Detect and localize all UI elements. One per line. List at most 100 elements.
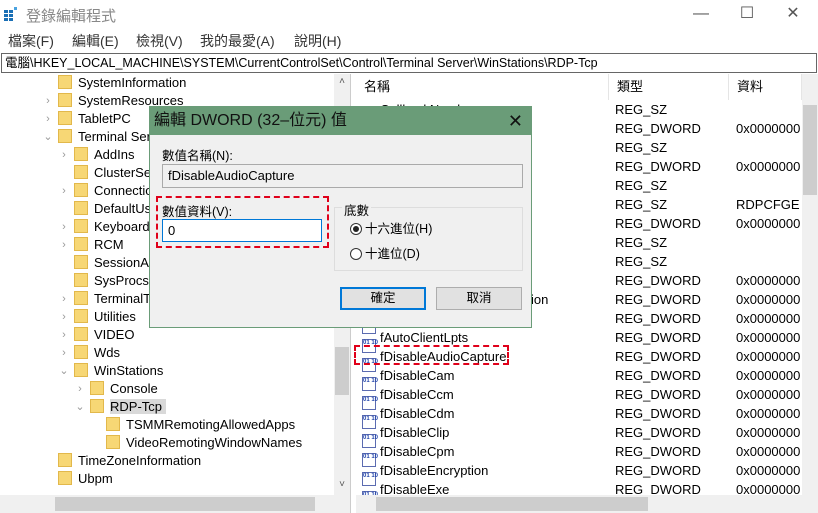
list-hscroll-thumb[interactable] <box>376 497 648 511</box>
folder-icon <box>74 201 88 215</box>
tree-item[interactable]: SysProcs <box>74 272 149 290</box>
value-data: 0x00000000 <box>736 159 800 174</box>
cancel-button[interactable]: 取消 <box>436 287 522 310</box>
tree-item[interactable]: SystemInformation <box>58 74 186 92</box>
folder-icon <box>74 165 88 179</box>
tree-item-label: AddIns <box>94 147 135 162</box>
folder-icon <box>74 309 88 323</box>
ok-button[interactable]: 確定 <box>340 287 426 310</box>
tree-item[interactable]: › Wds <box>62 344 120 362</box>
tree-item-label: Wds <box>94 345 120 360</box>
scroll-up-icon[interactable]: ˄ <box>334 76 350 87</box>
value-type: REG_DWORD <box>615 330 701 345</box>
value-data: 0x00000001 <box>736 330 800 345</box>
tree-item[interactable]: › AddIns <box>62 146 135 164</box>
tree-item-label: RDP-Tcp <box>110 399 167 414</box>
chevron-right-icon[interactable]: › <box>58 218 70 236</box>
binary-value-icon: 01 10 <box>362 396 378 410</box>
tree-item[interactable]: TimeZoneInformation <box>58 452 201 470</box>
value-type: REG_SZ <box>615 140 668 155</box>
value-data: 0x00000001 <box>736 311 800 326</box>
folder-icon <box>58 453 72 467</box>
window-title: 登錄編輯程式 <box>26 8 117 25</box>
tree-horizontal-scrollbar[interactable] <box>0 495 350 513</box>
tree-item-label: VIDEO <box>94 327 135 342</box>
tree-item-label: TabletPC <box>78 111 131 126</box>
folder-icon <box>58 129 72 143</box>
folder-icon <box>74 363 88 377</box>
folder-icon <box>58 93 72 107</box>
folder-icon <box>106 417 120 431</box>
tree-item-label: TSMMRemotingAllowedApps <box>126 417 296 432</box>
tree-item[interactable]: › TabletPC <box>46 110 131 128</box>
tree-item[interactable]: TSMMRemotingAllowedApps <box>106 416 295 434</box>
chevron-right-icon[interactable]: › <box>58 236 70 254</box>
value-type: REG_DWORD <box>615 349 701 364</box>
folder-icon <box>58 111 72 125</box>
value-type: REG_DWORD <box>615 463 701 478</box>
list-scroll-thumb[interactable] <box>803 105 817 195</box>
value-type: REG_SZ <box>615 178 668 193</box>
chevron-right-icon[interactable]: › <box>58 344 70 362</box>
folder-icon <box>74 237 88 251</box>
tree-scroll-thumb[interactable] <box>335 347 349 395</box>
chevron-right-icon[interactable]: › <box>58 290 70 308</box>
tree-item[interactable]: › Console <box>78 380 158 398</box>
chevron-right-icon[interactable]: › <box>42 110 54 128</box>
chevron-down-icon[interactable]: ⌄ <box>58 362 70 380</box>
menu-file[interactable]: 檔案(F) <box>8 31 54 51</box>
folder-icon <box>74 273 88 287</box>
value-data: 0x00000001 <box>736 292 800 307</box>
tree-item-label: VideoRemotingWindowNames <box>126 435 303 450</box>
minimize-button[interactable]: — <box>678 0 724 30</box>
value-type: REG_SZ <box>615 197 668 212</box>
menu-favorites[interactable]: 我的最愛(A) <box>200 31 275 51</box>
tree-item-label: SysProcs <box>94 273 149 288</box>
radio-decimal[interactable]: 十進位(D) <box>350 246 420 262</box>
chevron-right-icon[interactable]: › <box>42 92 54 110</box>
chevron-right-icon[interactable]: › <box>74 380 86 398</box>
chevron-right-icon[interactable]: › <box>58 308 70 326</box>
menu-edit[interactable]: 編輯(E) <box>72 31 119 51</box>
tree-item[interactable]: › RCM <box>62 236 124 254</box>
dialog-close-button[interactable]: ✕ <box>508 107 523 135</box>
tree-item-label: RCM <box>94 237 124 252</box>
list-vertical-scrollbar[interactable] <box>802 74 818 495</box>
tree-item[interactable]: ⌄ RDP-Tcp <box>75 398 167 416</box>
tree-item-label: Utilities <box>94 309 136 324</box>
tree-item[interactable]: Ubpm <box>58 470 113 488</box>
value-name-label: 數值名稱(N): <box>162 149 233 163</box>
value-data: 0x00000001 <box>736 273 800 288</box>
tree-item[interactable]: › Utilities <box>62 308 136 326</box>
chevron-right-icon[interactable]: › <box>58 326 70 344</box>
tree-item[interactable]: › VIDEO <box>62 326 135 344</box>
menu-help[interactable]: 說明(H) <box>294 31 341 51</box>
menu-view[interactable]: 檢視(V) <box>136 31 183 51</box>
folder-icon <box>106 435 120 449</box>
value-type: REG_DWORD <box>615 216 701 231</box>
dialog-title-bar: 編輯 DWORD (32–位元) 值 ✕ <box>150 107 531 135</box>
column-header-name[interactable]: 名稱 <box>356 74 609 100</box>
radio-hex[interactable]: 十六進位(H) <box>350 221 432 237</box>
tree-hscroll-thumb[interactable] <box>55 497 315 511</box>
tree-item-label: SystemInformation <box>78 75 187 90</box>
tree-item[interactable]: VideoRemotingWindowNames <box>106 434 302 452</box>
value-data: 0x00000000 <box>736 406 800 421</box>
value-data: 0x00000001 <box>736 463 800 478</box>
scroll-down-icon[interactable]: ˅ <box>334 479 350 490</box>
list-horizontal-scrollbar[interactable] <box>356 495 818 513</box>
address-bar[interactable]: 電腦\HKEY_LOCAL_MACHINE\SYSTEM\CurrentCont… <box>1 53 817 73</box>
maximize-button[interactable]: ☐ <box>724 0 770 30</box>
column-header-type[interactable]: 類型 <box>609 74 729 100</box>
column-header-data[interactable]: 資料 <box>729 74 802 100</box>
tree-item[interactable]: ⌄ WinStations <box>59 362 163 380</box>
chevron-right-icon[interactable]: › <box>58 146 70 164</box>
chevron-down-icon[interactable]: ⌄ <box>42 128 54 146</box>
binary-value-icon: 01 10 <box>362 453 378 467</box>
value-type: REG_DWORD <box>615 368 701 383</box>
close-button[interactable]: ✕ <box>770 0 816 30</box>
binary-value-icon: 01 10 <box>362 377 378 391</box>
chevron-right-icon[interactable]: › <box>58 182 70 200</box>
folder-icon <box>74 345 88 359</box>
chevron-down-icon[interactable]: ⌄ <box>74 398 86 416</box>
